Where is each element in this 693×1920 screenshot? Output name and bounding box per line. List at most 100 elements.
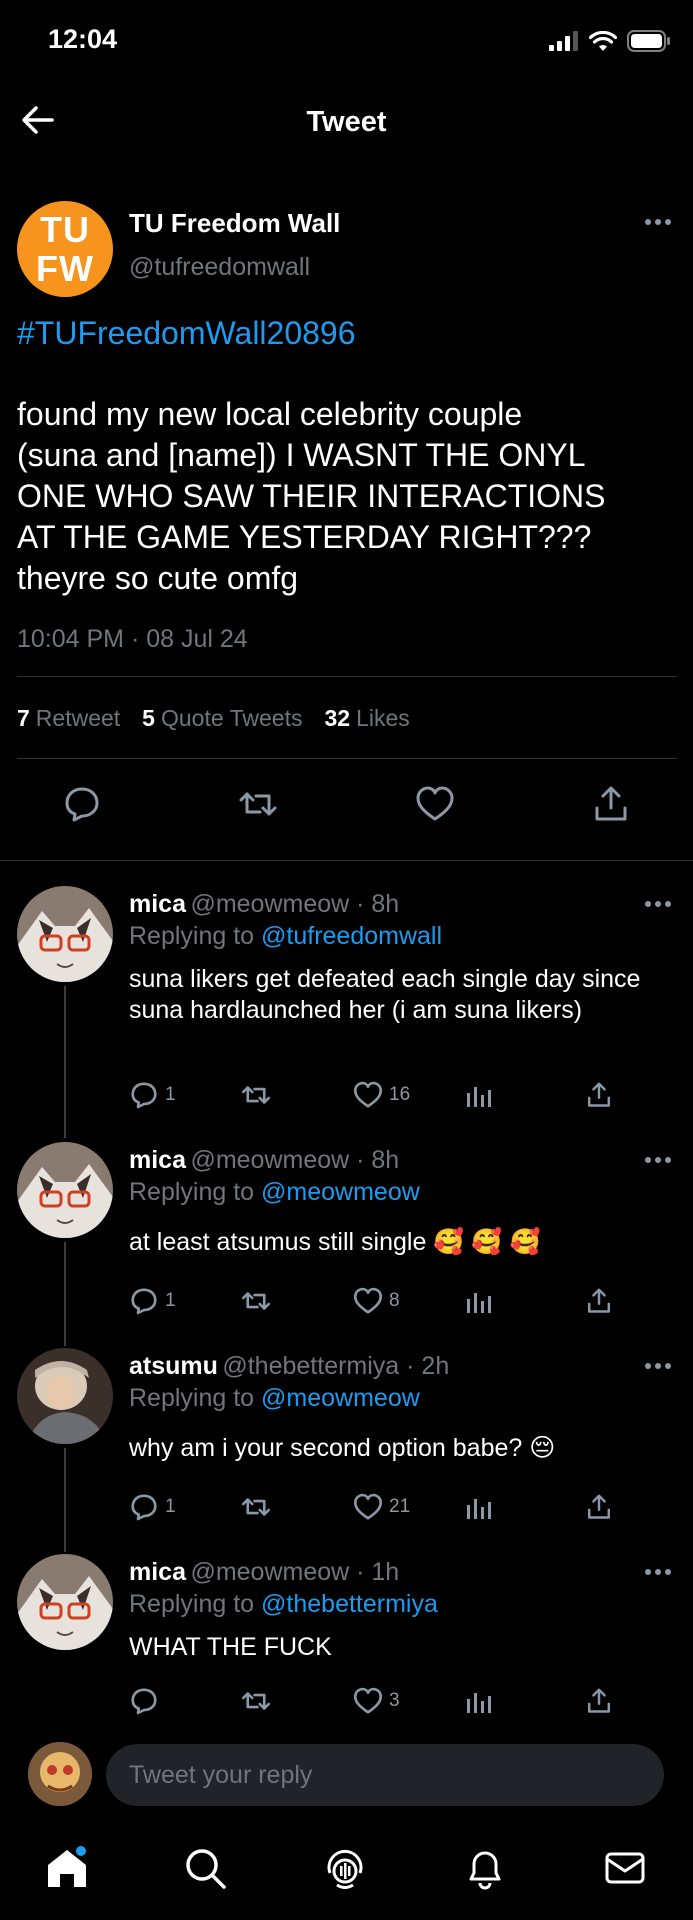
tab-notifications[interactable] [462, 1845, 508, 1891]
reply-like-button[interactable]: 3 [353, 1686, 465, 1716]
battery-icon [627, 30, 670, 52]
reply-handle-time[interactable]: @thebettermiya · 2h [222, 1352, 449, 1380]
reply-share-button[interactable] [585, 1287, 613, 1315]
heart-icon [416, 786, 454, 821]
retweets-count: 7 [17, 705, 30, 731]
replying-to-handle[interactable]: @tufreedomwall [261, 922, 442, 950]
reply-header: atsumu @thebettermiya · 2h [129, 1352, 449, 1381]
reply-icon [131, 1082, 157, 1109]
current-user-avatar[interactable] [28, 1742, 92, 1806]
reply-like-button[interactable]: 8 [353, 1286, 465, 1316]
replying-to-handle[interactable]: @thebettermiya [261, 1590, 438, 1618]
more-icon [645, 219, 671, 225]
reply-like-button[interactable]: 21 [353, 1492, 465, 1522]
reply-analytics-button[interactable] [465, 1081, 585, 1109]
like-count: 16 [389, 1084, 411, 1105]
reply-analytics-button[interactable] [465, 1687, 585, 1715]
reply-actions: 1 8 [129, 1286, 613, 1316]
reply-reply-button[interactable]: 1 [129, 1286, 241, 1316]
reply-author-name[interactable]: mica [129, 1146, 186, 1174]
reply-input[interactable]: Tweet your reply [106, 1744, 664, 1806]
reply-header: mica @meowmeow · 8h [129, 890, 399, 919]
likes-count: 32 [324, 705, 351, 731]
thread-line [64, 1448, 66, 1552]
reply-header: mica @meowmeow · 8h [129, 1146, 399, 1175]
more-icon [645, 901, 671, 907]
reply-handle-time[interactable]: @meowmeow · 1h [190, 1558, 399, 1586]
retweet-icon [241, 1498, 271, 1516]
more-icon [645, 1363, 671, 1369]
reply-author-name[interactable]: mica [129, 1558, 186, 1586]
reply-retweet-button[interactable] [241, 1080, 353, 1110]
reply-reply-button[interactable]: 1 [129, 1080, 241, 1110]
author-avatar[interactable]: TU FW [17, 201, 113, 297]
reply-avatar[interactable] [17, 1348, 113, 1444]
reply-retweet-button[interactable] [241, 1492, 353, 1522]
heart-icon [353, 1081, 383, 1108]
notifications-icon [469, 1851, 501, 1890]
tweet-engagement-stats: 7 Retweet 5 Quote Tweets 32 Likes [17, 705, 410, 732]
share-button[interactable] [591, 784, 631, 824]
author-name[interactable]: TU Freedom Wall [129, 208, 340, 239]
retweets-stat[interactable]: 7 Retweet [17, 705, 120, 732]
reply-handle-time[interactable]: @meowmeow · 8h [190, 1146, 399, 1174]
author-handle[interactable]: @tufreedomwall [129, 253, 310, 282]
tab-messages[interactable] [602, 1845, 648, 1891]
tweet-more-button[interactable] [644, 218, 672, 226]
reply-author-name[interactable]: mica [129, 890, 186, 918]
reply-more-button[interactable] [644, 900, 672, 908]
likes-label: Likes [356, 705, 410, 731]
quote-tweets-label: Quote Tweets [160, 705, 303, 731]
reply-count: 1 [165, 1290, 176, 1311]
user-avatar-icon [28, 1742, 92, 1806]
thread-line [64, 1242, 66, 1346]
tab-search[interactable] [182, 1845, 228, 1891]
share-icon [595, 786, 627, 821]
page-title: Tweet [306, 106, 387, 138]
quote-tweets-stat[interactable]: 5 Quote Tweets [142, 705, 302, 732]
reply-handle-time[interactable]: @meowmeow · 8h [190, 890, 399, 918]
tab-home[interactable] [44, 1845, 90, 1891]
replying-to-handle[interactable]: @meowmeow [261, 1384, 420, 1412]
reply-share-button[interactable] [585, 1493, 613, 1521]
tab-spaces[interactable] [322, 1845, 368, 1891]
reply-more-button[interactable] [644, 1156, 672, 1164]
reply-more-button[interactable] [644, 1362, 672, 1370]
divider [0, 860, 693, 861]
like-count: 3 [389, 1690, 400, 1711]
reply-reply-button[interactable]: 1 [129, 1492, 241, 1522]
heart-icon [353, 1493, 383, 1520]
replying-to-line: Replying to @meowmeow [129, 1178, 420, 1207]
reply-retweet-button[interactable] [241, 1686, 353, 1716]
like-button[interactable] [415, 784, 455, 824]
reply-analytics-button[interactable] [465, 1493, 585, 1521]
retweet-button[interactable] [238, 784, 278, 824]
reply-icon [131, 1688, 157, 1715]
retweets-label: Retweet [35, 705, 121, 731]
reply-reply-button[interactable] [129, 1686, 241, 1716]
replying-to-handle[interactable]: @meowmeow [261, 1178, 420, 1206]
reply-header: mica @meowmeow · 1h [129, 1558, 399, 1587]
reply-text: suna likers get defeated each single day… [129, 965, 641, 1024]
heart-icon [353, 1687, 383, 1714]
reply-avatar[interactable] [17, 886, 113, 982]
reply-avatar[interactable] [17, 1142, 113, 1238]
tweet-hashtag[interactable]: #TUFreedomWall20896 [17, 315, 356, 352]
reply-icon [131, 1494, 157, 1521]
reply-share-button[interactable] [585, 1081, 613, 1109]
reply-button[interactable] [62, 784, 102, 824]
reply-more-button[interactable] [644, 1568, 672, 1576]
like-count: 21 [389, 1496, 411, 1517]
replying-to-prefix: Replying to [129, 922, 255, 950]
cat-avatar-icon [17, 1554, 113, 1650]
reply-analytics-button[interactable] [465, 1287, 585, 1315]
reply-like-button[interactable]: 16 [353, 1080, 465, 1110]
reply-share-button[interactable] [585, 1687, 613, 1715]
reply-author-name[interactable]: atsumu [129, 1352, 218, 1380]
reply-avatar[interactable] [17, 1554, 113, 1650]
search-icon [186, 1849, 226, 1889]
likes-stat[interactable]: 32 Likes [324, 705, 409, 732]
share-icon [587, 1494, 611, 1519]
reply-retweet-button[interactable] [241, 1286, 353, 1316]
cat-avatar-icon [17, 886, 113, 982]
